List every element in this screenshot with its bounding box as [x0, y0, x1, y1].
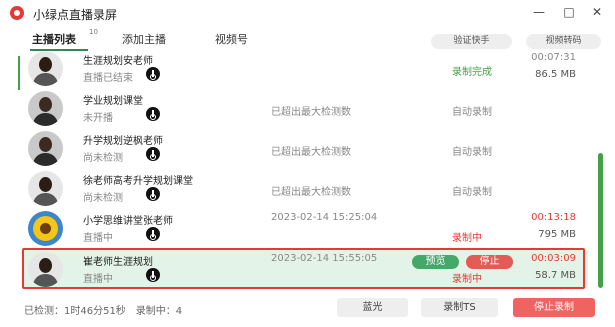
footer-bar: 已检测：1时46分51秒 录制中：4 蓝光 录制TS 停止录制 [0, 293, 615, 327]
maximize-button[interactable]: □ [558, 3, 580, 21]
record-mode: 自动录制 [452, 147, 492, 158]
avatar [28, 252, 63, 287]
record-ts-button[interactable]: 录制TS [421, 298, 498, 317]
stream-status: 尚未检测 [83, 193, 123, 204]
record-duration: 00:03:09 [531, 253, 576, 264]
record-mode: 录制中 [452, 233, 482, 244]
stream-status: 未开播 [83, 113, 113, 124]
streamer-name: 徐老师高考升学规划课堂 [83, 176, 193, 187]
record-mode: 录制中 [452, 274, 482, 285]
video-convert-button[interactable]: 视频转码 [526, 34, 601, 49]
record-mode: 自动录制 [452, 107, 492, 118]
tab-streamer-list[interactable]: 主播列表 [32, 31, 76, 47]
douyin-icon [146, 107, 160, 121]
streamer-name: 生涯规划安老师 [83, 56, 153, 67]
list-item[interactable]: 学业规划课堂 未开播 已超出最大检测数 自动录制 [23, 89, 588, 127]
list-item-selected[interactable]: 崔老师生涯规划 直播中 2023-02-14 15:55:05 预览 停止 录制… [23, 250, 588, 288]
streamer-list: 生涯规划安老师 直播已结束 录制完成 00:07:31 86.5 MB 学业规划… [18, 52, 593, 292]
douyin-icon [146, 187, 160, 201]
list-item[interactable]: 升学规划逆枫老师 尚未检测 已超出最大检测数 自动录制 [23, 129, 588, 167]
list-item[interactable]: 徐老师高考升学规划课堂 尚未检测 已超出最大检测数 自动录制 [23, 169, 588, 207]
title-bar: 小绿点直播录屏 — □ ✕ [0, 0, 615, 26]
preview-button[interactable]: 预览 [412, 255, 459, 269]
detection-summary: 已检测：1时46分51秒 录制中：4 [24, 306, 183, 317]
file-size: 86.5 MB [535, 69, 576, 80]
record-duration: 00:07:31 [531, 52, 576, 63]
app-logo-icon [10, 6, 24, 20]
file-size: 58.7 MB [535, 270, 576, 281]
record-mode: 自动录制 [452, 187, 492, 198]
bluray-button[interactable]: 蓝光 [337, 298, 408, 317]
stop-recording-button[interactable]: 停止录制 [513, 298, 595, 317]
check-info: 已超出最大检测数 [271, 147, 351, 158]
douyin-icon [146, 67, 160, 81]
avatar [28, 91, 63, 126]
list-item[interactable]: 小学思维讲堂张老师 直播中 2023-02-14 15:25:04 录制中 00… [23, 209, 588, 247]
start-time: 2023-02-14 15:25:04 [271, 212, 378, 223]
tab-count-badge: 10 [89, 28, 98, 36]
avatar [28, 211, 63, 246]
streamer-name: 小学思维讲堂张老师 [83, 216, 173, 227]
streamer-name: 学业规划课堂 [83, 96, 143, 107]
stream-status: 尚未检测 [83, 153, 123, 164]
app-title: 小绿点直播录屏 [33, 8, 118, 22]
minimize-button[interactable]: — [528, 3, 550, 21]
stream-status: 直播已结束 [83, 73, 133, 84]
avatar [28, 52, 63, 86]
verify-kuaishou-button[interactable]: 验证快手 [431, 34, 512, 49]
tab-add-streamer[interactable]: 添加主播 [122, 31, 166, 47]
douyin-icon [146, 227, 160, 241]
tab-video-channel[interactable]: 视频号 [215, 31, 248, 47]
start-time: 2023-02-14 15:55:05 [271, 253, 378, 264]
check-info: 已超出最大检测数 [271, 187, 351, 198]
avatar [28, 171, 63, 206]
tab-bar: 主播列表 10 添加主播 视频号 验证快手 视频转码 [0, 28, 615, 52]
record-duration: 00:13:18 [531, 212, 576, 223]
stream-status: 直播中 [83, 233, 113, 244]
active-tab-indicator [30, 49, 88, 51]
check-info: 已超出最大检测数 [271, 107, 351, 118]
record-mode: 录制完成 [452, 67, 492, 78]
douyin-icon [146, 268, 160, 282]
streamer-name: 崔老师生涯规划 [83, 257, 153, 268]
stop-button[interactable]: 停止 [466, 255, 513, 269]
stream-status: 直播中 [83, 274, 113, 285]
list-item[interactable]: 生涯规划安老师 直播已结束 录制完成 00:07:31 86.5 MB [23, 52, 588, 87]
douyin-icon [146, 147, 160, 161]
scrollbar-thumb[interactable] [598, 153, 603, 288]
close-button[interactable]: ✕ [586, 3, 608, 21]
avatar [28, 131, 63, 166]
streamer-name: 升学规划逆枫老师 [83, 136, 163, 147]
file-size: 795 MB [538, 229, 576, 240]
